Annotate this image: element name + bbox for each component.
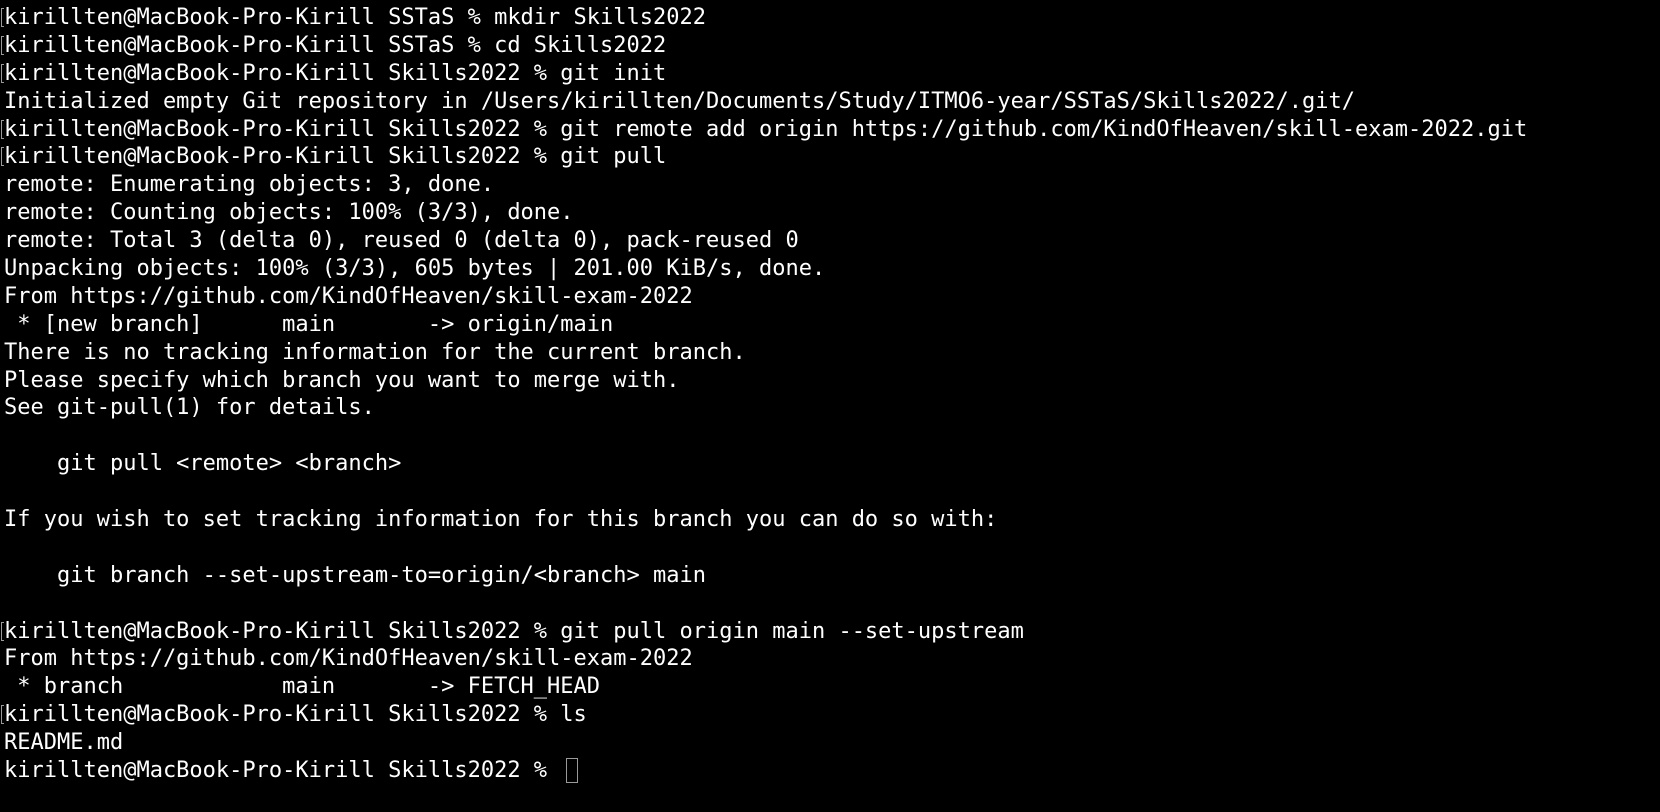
current-prompt-line[interactable]: kirillten@MacBook-Pro-Kirill Skills2022 … <box>4 757 1660 785</box>
command-text: kirillten@MacBook-Pro-Kirill Skills2022 … <box>4 618 1024 644</box>
command-text: kirillten@MacBook-Pro-Kirill Skills2022 … <box>4 702 587 728</box>
output-text: git branch --set-upstream-to=origin/<bra… <box>4 562 706 588</box>
output-text: README.md <box>4 730 124 756</box>
command-line: kirillten@MacBook-Pro-Kirill Skills2022 … <box>1 60 1660 88</box>
output-line: git branch --set-upstream-to=origin/<bra… <box>4 562 1660 590</box>
output-line: remote: Total 3 (delta 0), reused 0 (del… <box>4 227 1660 255</box>
command-text: kirillten@MacBook-Pro-Kirill Skills2022 … <box>4 144 667 170</box>
output-text: Initialized empty Git repository in /Use… <box>4 88 1356 114</box>
output-line: remote: Counting objects: 100% (3/3), do… <box>4 199 1660 227</box>
output-text: remote: Counting objects: 100% (3/3), do… <box>4 200 574 226</box>
output-line: See git-pull(1) for details. <box>4 394 1660 422</box>
output-line: Unpacking objects: 100% (3/3), 605 bytes… <box>4 255 1660 283</box>
command-text: kirillten@MacBook-Pro-Kirill Skills2022 … <box>4 116 1528 142</box>
output-text: If you wish to set tracking information … <box>4 507 998 533</box>
output-text: git pull <remote> <branch> <box>4 451 402 477</box>
output-line: * branch main -> FETCH_HEAD <box>4 673 1660 701</box>
command-text: kirillten@MacBook-Pro-Kirill SSTaS % cd … <box>4 32 667 58</box>
output-line: remote: Enumerating objects: 3, done. <box>4 171 1660 199</box>
current-prompt: kirillten@MacBook-Pro-Kirill Skills2022 … <box>4 758 561 784</box>
output-line: * [new branch] main -> origin/main <box>4 311 1660 339</box>
output-line: Initialized empty Git repository in /Use… <box>4 88 1660 116</box>
output-text: Please specify which branch you want to … <box>4 367 680 393</box>
output-text: Unpacking objects: 100% (3/3), 605 bytes… <box>4 256 826 282</box>
text-cursor[interactable] <box>566 758 579 784</box>
output-text: * branch main -> FETCH_HEAD <box>4 674 601 700</box>
output-line: There is no tracking information for the… <box>4 339 1660 367</box>
command-line: kirillten@MacBook-Pro-Kirill SSTaS % mkd… <box>1 4 1660 32</box>
output-text: There is no tracking information for the… <box>4 339 746 365</box>
output-text: remote: Total 3 (delta 0), reused 0 (del… <box>4 228 799 254</box>
output-line: From https://github.com/KindOfHeaven/ski… <box>4 283 1660 311</box>
output-line: From https://github.com/KindOfHeaven/ski… <box>4 645 1660 673</box>
output-text: See git-pull(1) for details. <box>4 395 375 421</box>
output-line: If you wish to set tracking information … <box>4 506 1660 534</box>
command-line: kirillten@MacBook-Pro-Kirill Skills2022 … <box>1 116 1660 144</box>
output-text: remote: Enumerating objects: 3, done. <box>4 172 495 198</box>
command-line: kirillten@MacBook-Pro-Kirill Skills2022 … <box>1 618 1660 646</box>
command-text: kirillten@MacBook-Pro-Kirill Skills2022 … <box>4 60 667 86</box>
command-line: kirillten@MacBook-Pro-Kirill Skills2022 … <box>1 701 1660 729</box>
output-text: * [new branch] main -> origin/main <box>4 311 614 337</box>
command-line: kirillten@MacBook-Pro-Kirill Skills2022 … <box>1 143 1660 171</box>
command-text: kirillten@MacBook-Pro-Kirill SSTaS % mkd… <box>4 5 706 30</box>
output-line: git pull <remote> <branch> <box>4 450 1660 478</box>
terminal-window[interactable]: kirillten@MacBook-Pro-Kirill SSTaS % mkd… <box>0 0 1660 812</box>
output-text: From https://github.com/KindOfHeaven/ski… <box>4 646 693 672</box>
output-text: From https://github.com/KindOfHeaven/ski… <box>4 283 693 309</box>
output-line: Please specify which branch you want to … <box>4 367 1660 395</box>
command-line: kirillten@MacBook-Pro-Kirill SSTaS % cd … <box>1 32 1660 60</box>
output-line: README.md <box>4 729 1660 757</box>
